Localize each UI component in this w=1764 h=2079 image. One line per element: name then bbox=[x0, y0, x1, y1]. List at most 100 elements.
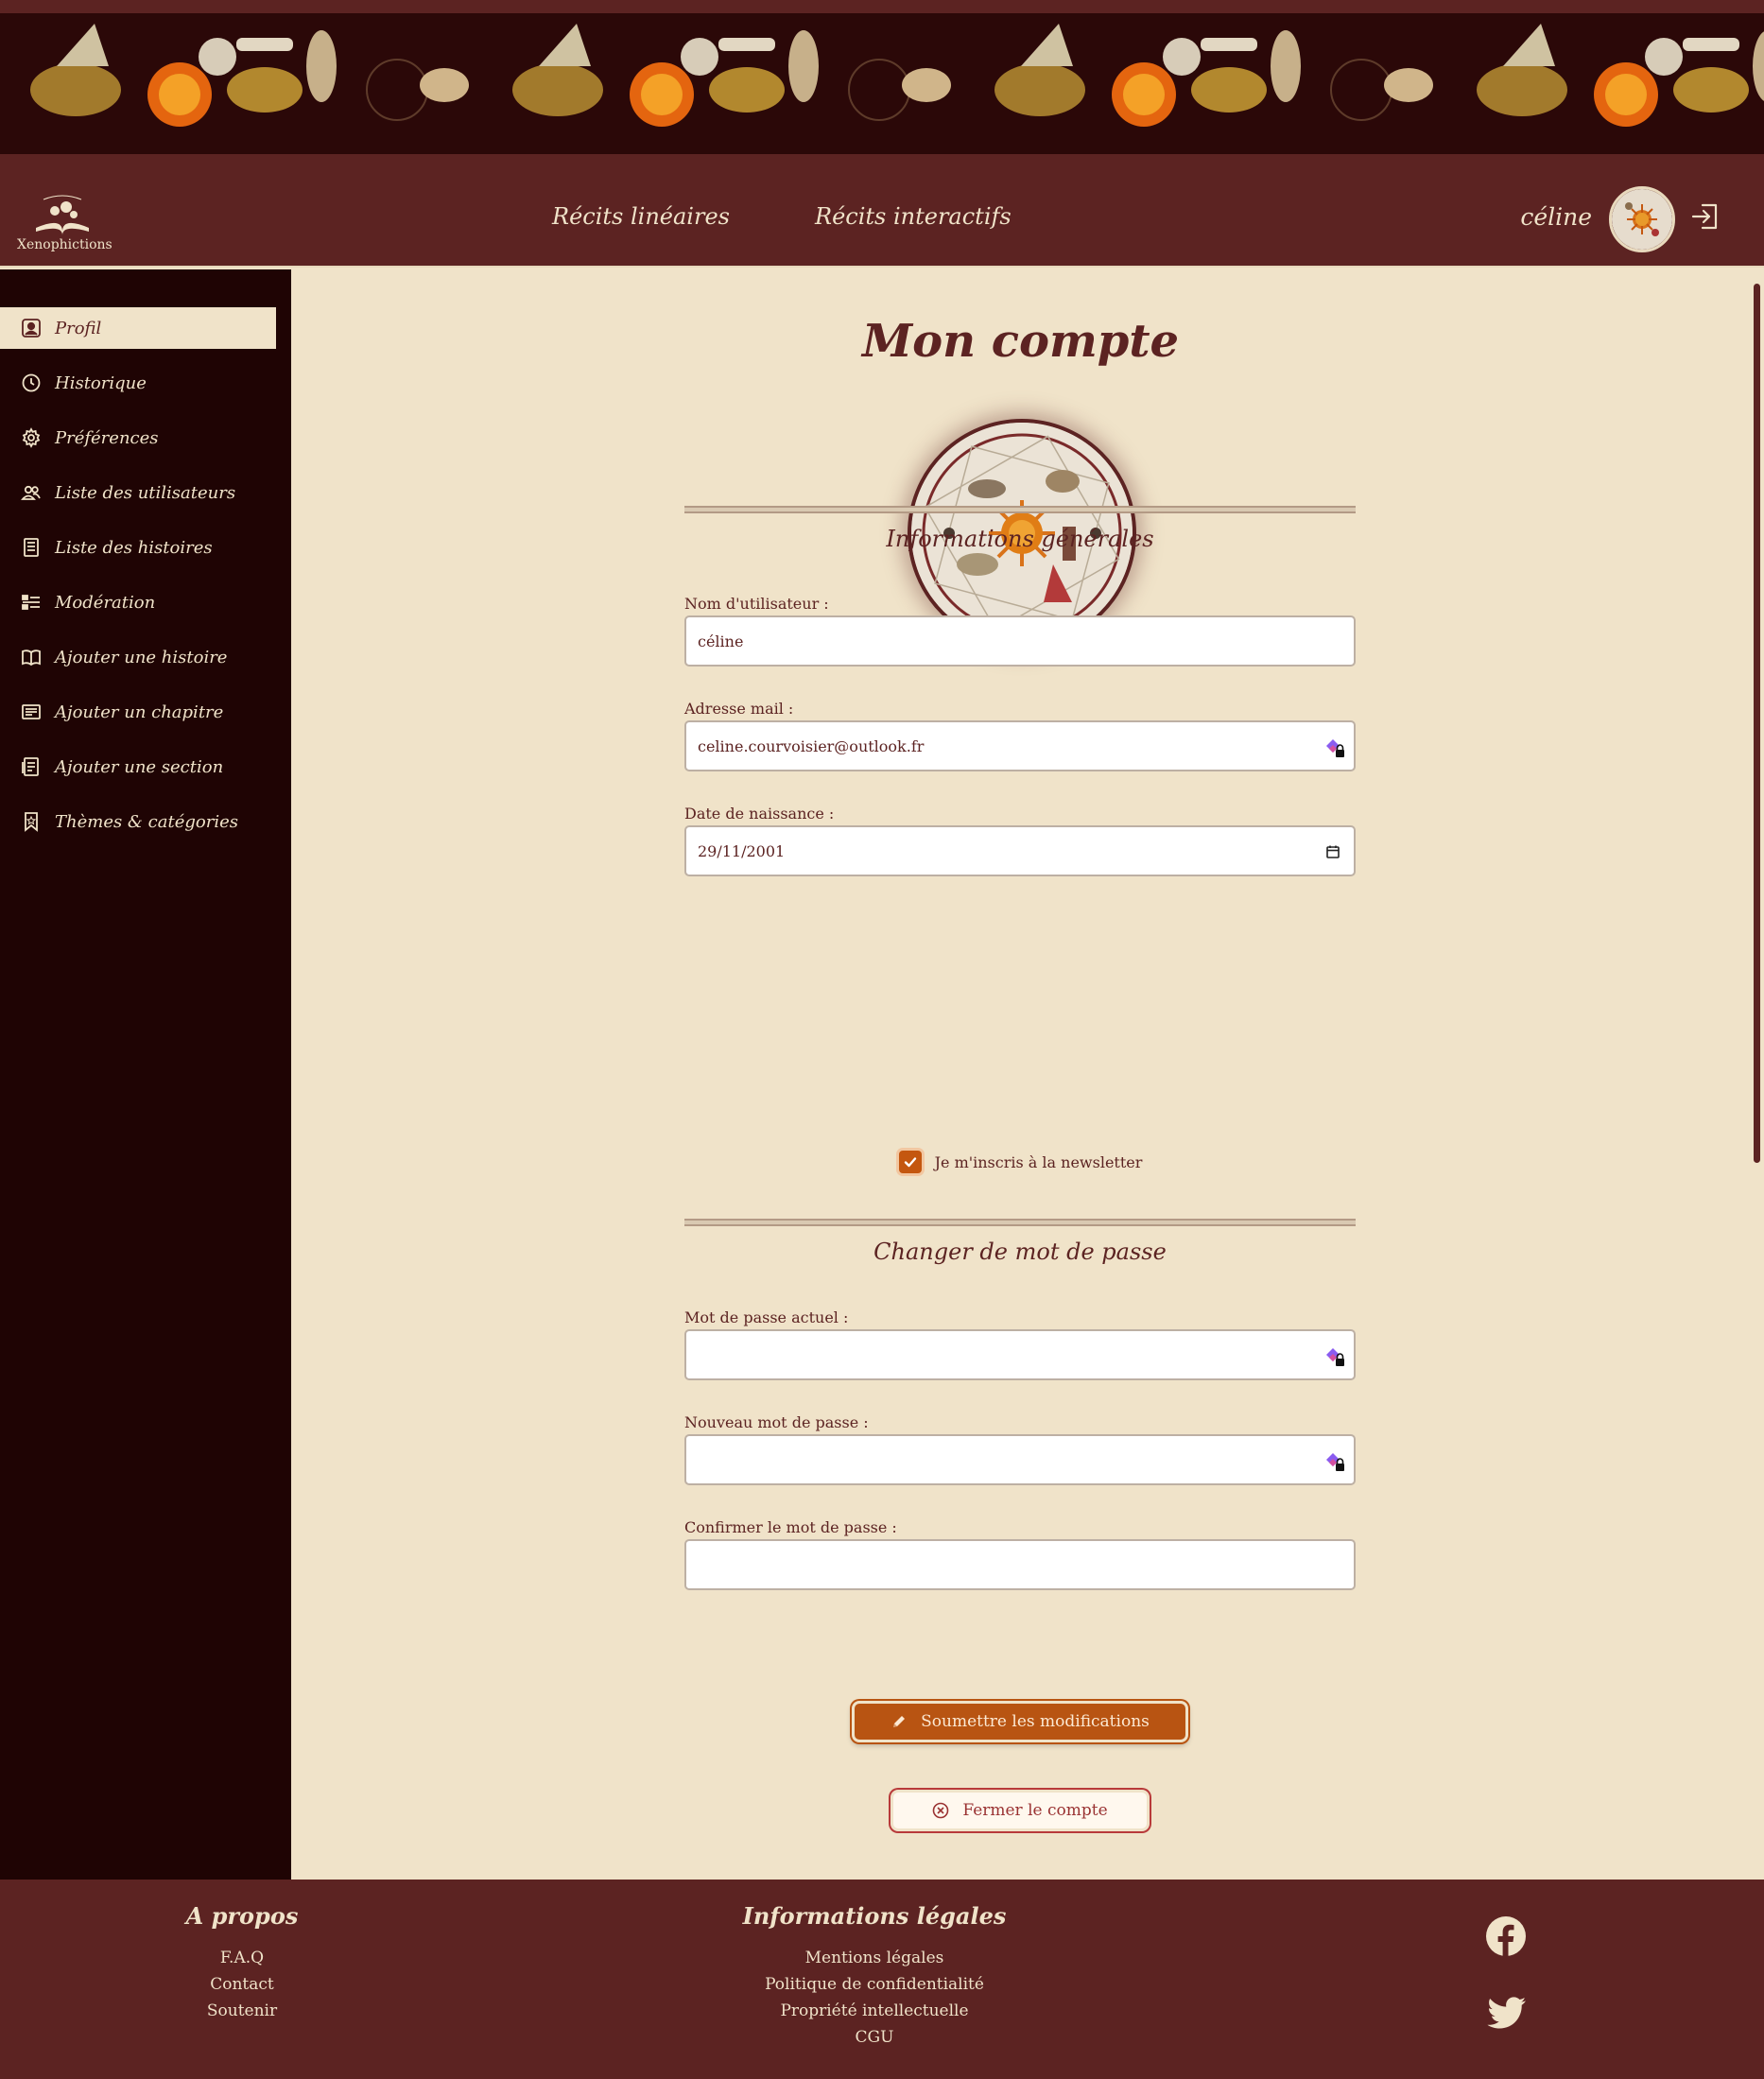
nav-recits-lineaires[interactable]: Récits linéaires bbox=[552, 203, 730, 230]
footer-link-mentions[interactable]: Mentions légales bbox=[733, 1945, 1016, 1971]
sidebar: Profil Historique Préférences Liste des … bbox=[0, 269, 291, 1880]
section-title-general: Informations générales bbox=[886, 526, 1154, 552]
nav-recits-interactifs[interactable]: Récits interactifs bbox=[815, 203, 1012, 230]
list-icon bbox=[21, 537, 42, 558]
check-icon bbox=[904, 1157, 916, 1168]
current-password-input[interactable] bbox=[684, 1329, 1356, 1380]
circle-x-icon bbox=[933, 1802, 949, 1819]
footer-link-politique[interactable]: Politique de confidentialité bbox=[733, 1971, 1016, 1998]
banner-ornament bbox=[1191, 67, 1267, 113]
banner-ornament bbox=[994, 63, 1085, 116]
banner-ornament bbox=[1645, 38, 1683, 76]
sidebar-item-ajouter-histoire[interactable]: Ajouter une histoire bbox=[0, 636, 276, 678]
user-name[interactable]: céline bbox=[1520, 203, 1592, 231]
banner-ornament bbox=[1271, 30, 1301, 102]
logo-text: Xenophictions bbox=[17, 237, 112, 252]
banner-ornament bbox=[306, 30, 337, 102]
banner-ornament bbox=[641, 74, 683, 115]
banner-ornament bbox=[199, 38, 236, 76]
confirm-password-input[interactable] bbox=[684, 1539, 1356, 1590]
sidebar-item-label: Ajouter une section bbox=[55, 756, 224, 777]
clock-icon bbox=[21, 372, 42, 393]
main-content: Mon compte Informations générales Nom d'… bbox=[291, 269, 1750, 1880]
banner-ornament bbox=[788, 30, 819, 102]
newsletter-checkbox[interactable] bbox=[898, 1151, 922, 1173]
birthdate-value: 29/11/2001 bbox=[698, 841, 786, 860]
logo-book-icon bbox=[36, 195, 89, 235]
submit-changes-button[interactable]: Soumettre les modifications bbox=[852, 1701, 1188, 1742]
calendar-icon[interactable] bbox=[1325, 844, 1340, 859]
chapter-icon bbox=[21, 702, 42, 722]
sidebar-item-label: Ajouter un chapitre bbox=[55, 702, 224, 722]
birthdate-input[interactable]: 29/11/2001 bbox=[684, 825, 1356, 876]
new-password-input[interactable] bbox=[684, 1434, 1356, 1485]
scrollbar-thumb[interactable] bbox=[1754, 284, 1760, 1163]
user-icon bbox=[21, 318, 42, 338]
footer-legal: Informations légales Mentions légales Po… bbox=[733, 1902, 1016, 2051]
footer-link-propriete[interactable]: Propriété intellectuelle bbox=[733, 1998, 1016, 2024]
sidebar-item-utilisateurs[interactable]: Liste des utilisateurs bbox=[0, 472, 276, 513]
banner-ornament bbox=[1673, 67, 1749, 113]
birthdate-label: Date de naissance : bbox=[684, 805, 835, 823]
section-divider bbox=[684, 506, 1356, 513]
password-manager-lock-icon[interactable] bbox=[1323, 1345, 1346, 1368]
confirm-password-label: Confirmer le mot de passe : bbox=[684, 1518, 897, 1536]
banner-ornament bbox=[1123, 74, 1165, 115]
gear-icon bbox=[21, 427, 42, 448]
banner-ornament bbox=[718, 38, 775, 51]
new-password-label: Nouveau mot de passe : bbox=[684, 1413, 869, 1431]
username-value: céline bbox=[698, 632, 744, 650]
footer-link-contact[interactable]: Contact bbox=[147, 1971, 337, 1998]
book-icon bbox=[21, 647, 42, 667]
username-input[interactable]: céline bbox=[684, 615, 1356, 667]
banner-ornament bbox=[512, 63, 603, 116]
footer-about: A propos F.A.Q Contact Soutenir bbox=[147, 1902, 337, 2024]
sidebar-item-moderation[interactable]: Modération bbox=[0, 581, 276, 623]
facebook-icon[interactable] bbox=[1485, 1915, 1527, 1957]
page-title: Mon compte bbox=[861, 315, 1180, 368]
sidebar-item-label: Thèmes & catégories bbox=[55, 811, 238, 832]
section-icon bbox=[21, 756, 42, 777]
site-logo[interactable]: Xenophictions bbox=[17, 190, 112, 256]
banner-ornament bbox=[1163, 38, 1201, 76]
sidebar-item-label: Préférences bbox=[55, 427, 159, 448]
email-input[interactable]: celine.courvoisier@outlook.fr bbox=[684, 720, 1356, 771]
sidebar-item-histoires[interactable]: Liste des histoires bbox=[0, 527, 276, 568]
section-divider bbox=[684, 1219, 1356, 1226]
pencil-icon bbox=[893, 1716, 906, 1727]
banner-ornament bbox=[681, 38, 718, 76]
password-manager-lock-icon[interactable] bbox=[1323, 1450, 1346, 1473]
sidebar-item-ajouter-section[interactable]: Ajouter une section bbox=[0, 746, 276, 788]
sidebar-item-preferences[interactable]: Préférences bbox=[0, 417, 276, 459]
close-account-button[interactable]: Fermer le compte bbox=[891, 1790, 1150, 1831]
sidebar-item-label: Modération bbox=[55, 592, 156, 613]
footer-link-faq[interactable]: F.A.Q bbox=[147, 1945, 337, 1971]
top-navigation: Xenophictions Récits linéaires Récits in… bbox=[0, 165, 1764, 268]
twitter-icon[interactable] bbox=[1487, 1997, 1527, 2031]
user-avatar[interactable] bbox=[1609, 186, 1675, 252]
banner-ornament bbox=[236, 38, 293, 51]
footer-legal-title: Informations légales bbox=[742, 1902, 1007, 1930]
logout-icon[interactable] bbox=[1690, 201, 1721, 232]
email-value: celine.courvoisier@outlook.fr bbox=[698, 736, 925, 755]
sidebar-item-profil[interactable]: Profil bbox=[0, 307, 276, 349]
users-icon bbox=[21, 482, 42, 503]
sidebar-item-themes[interactable]: Thèmes & catégories bbox=[0, 801, 276, 842]
footer-link-soutenir[interactable]: Soutenir bbox=[147, 1998, 337, 2024]
username-label: Nom d'utilisateur : bbox=[684, 595, 829, 613]
sidebar-item-label: Ajouter une histoire bbox=[55, 647, 228, 667]
sidebar-item-ajouter-chapitre[interactable]: Ajouter un chapitre bbox=[0, 691, 276, 733]
footer-about-title: A propos bbox=[185, 1902, 299, 1930]
banner-ornament bbox=[1477, 63, 1567, 116]
banner-ornament bbox=[1683, 38, 1739, 51]
email-label: Adresse mail : bbox=[684, 700, 794, 718]
banner-ornament bbox=[1201, 38, 1257, 51]
banner-ornament bbox=[709, 67, 785, 113]
sidebar-item-label: Profil bbox=[55, 318, 102, 338]
sidebar-item-historique[interactable]: Historique bbox=[0, 362, 276, 404]
password-manager-lock-icon[interactable] bbox=[1323, 736, 1346, 759]
footer-link-cgu[interactable]: CGU bbox=[733, 2024, 1016, 2051]
banner-ornament bbox=[1384, 68, 1433, 102]
banner-ornament bbox=[30, 63, 121, 116]
banner-ornament bbox=[1605, 74, 1647, 115]
